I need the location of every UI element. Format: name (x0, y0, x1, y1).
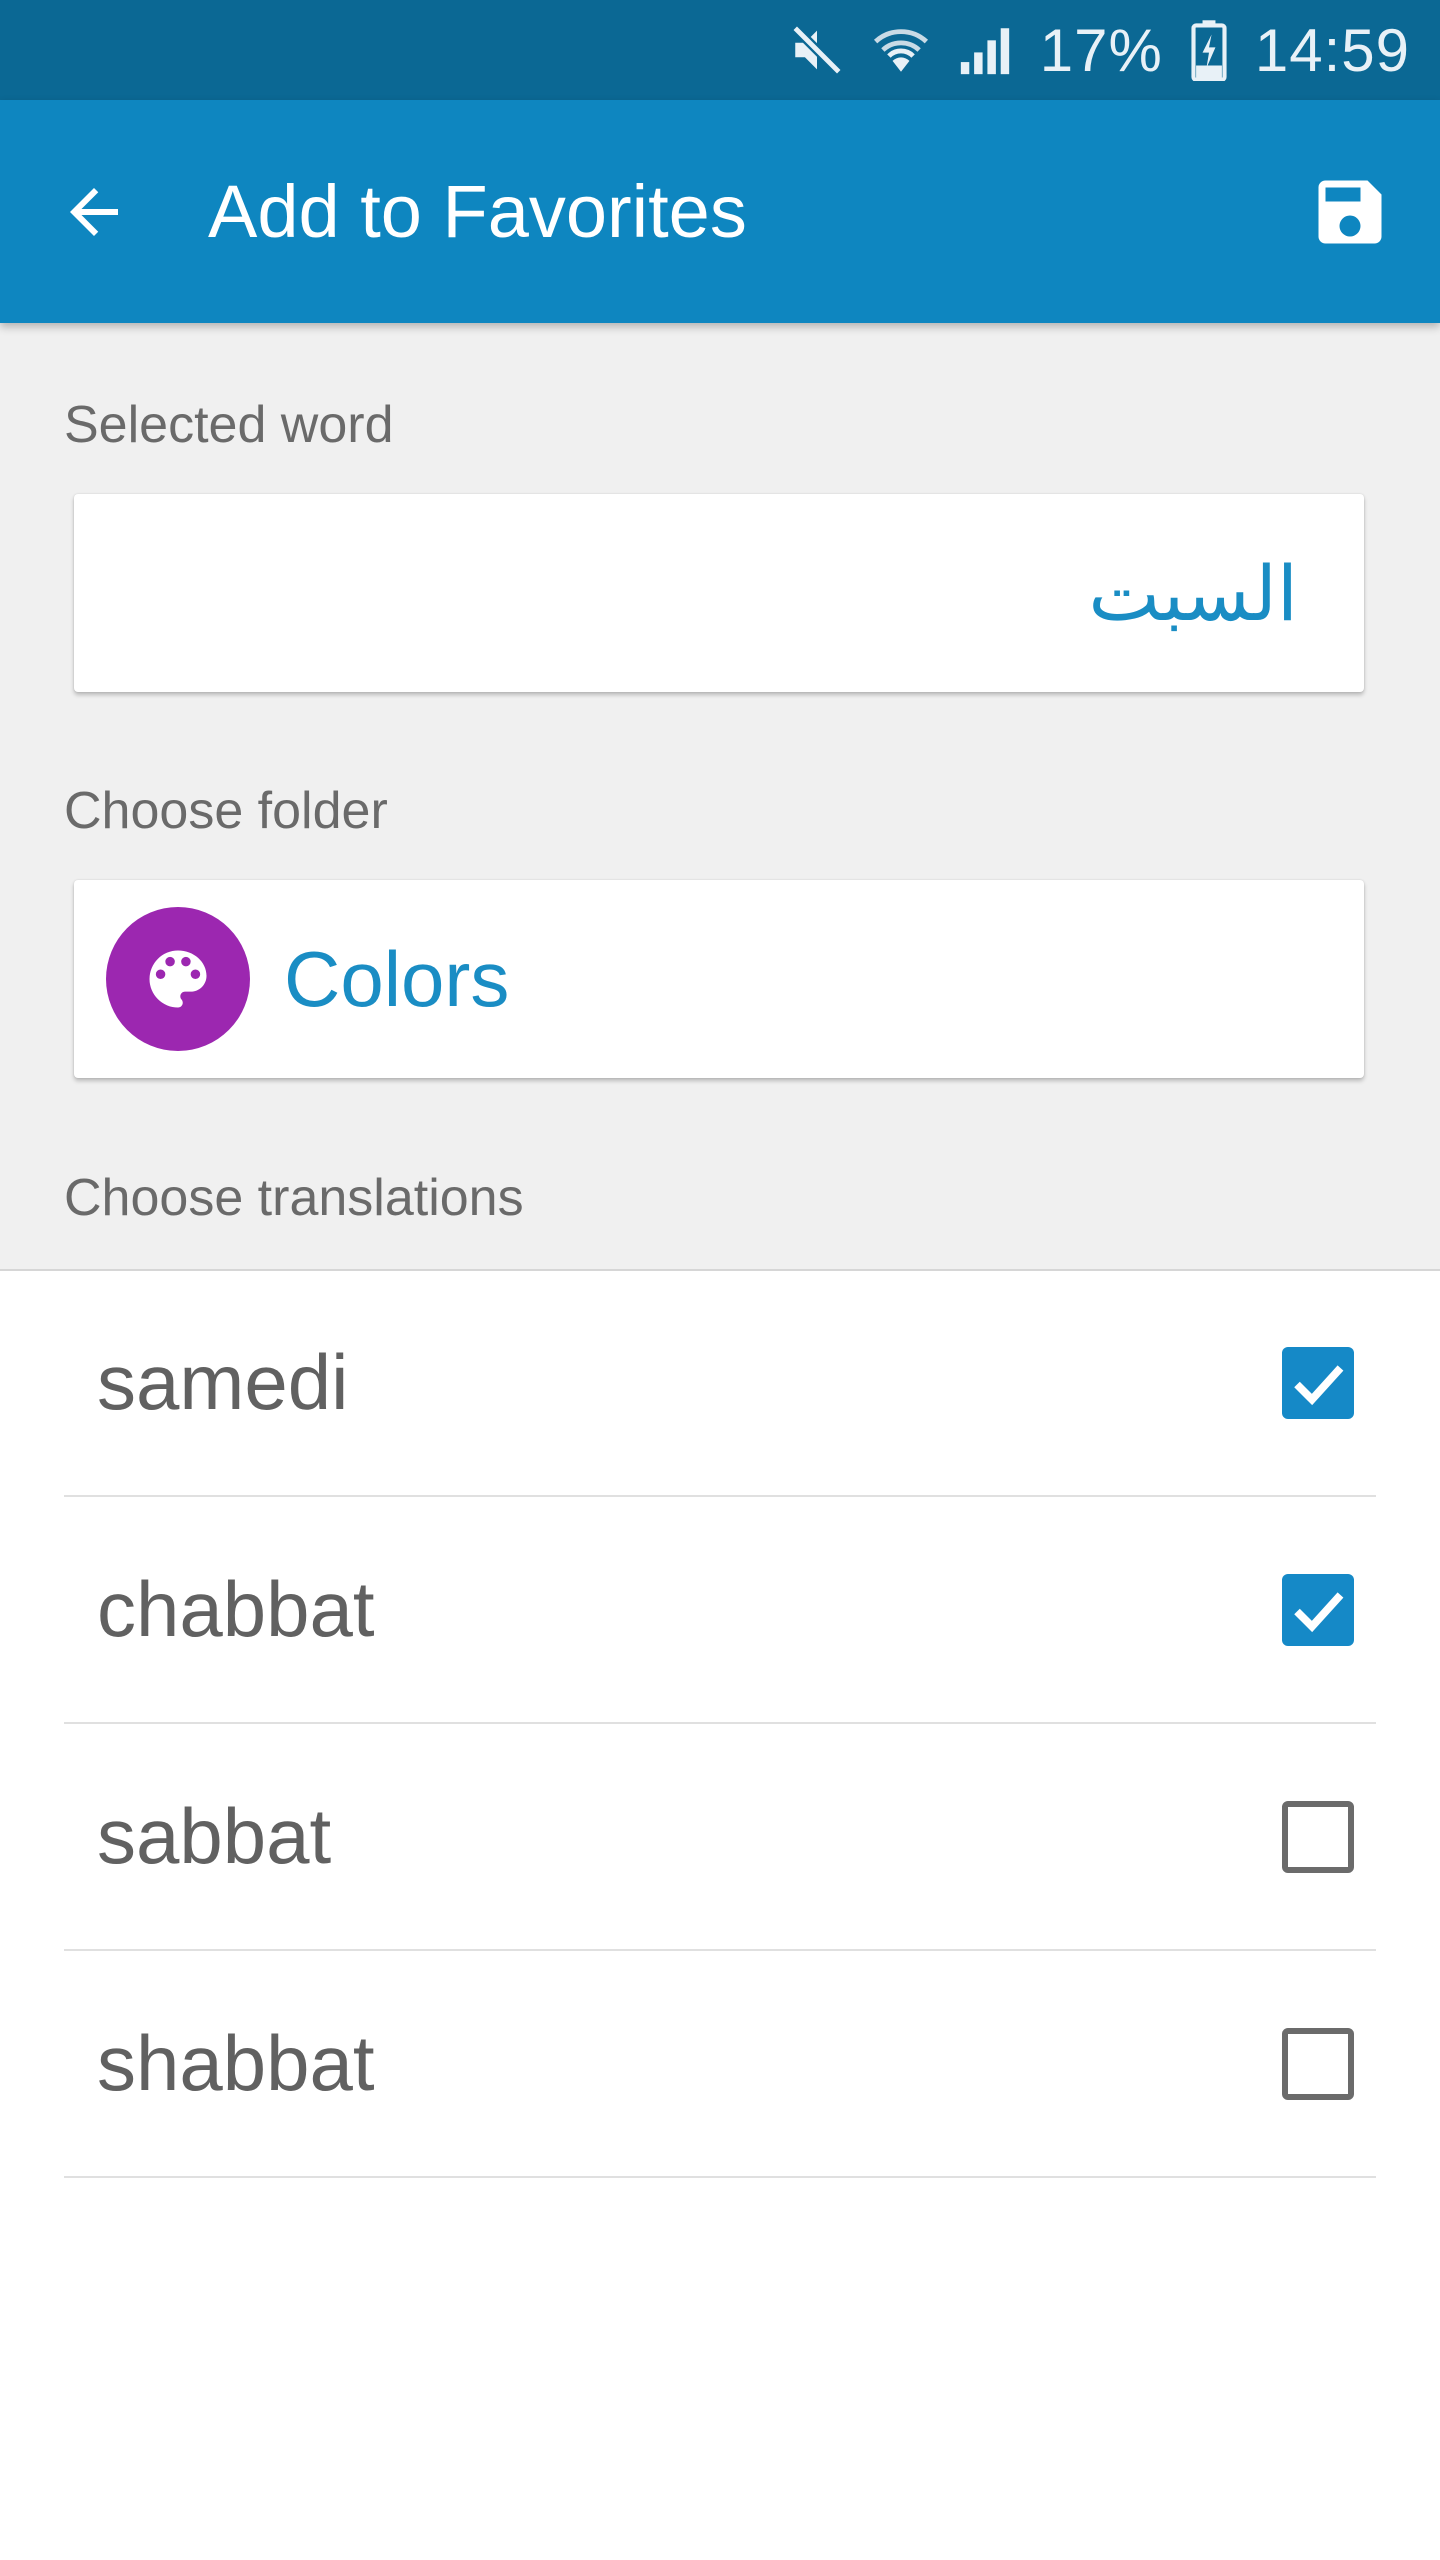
choose-translations-label: Choose translations (64, 1169, 524, 1227)
check-icon (1294, 1592, 1344, 1633)
folder-avatar (106, 907, 250, 1051)
choose-folder-label: Choose folder (64, 782, 388, 840)
status-icons: 17% 14:59 (788, 0, 1410, 100)
page-title: Add to Favorites (208, 170, 747, 253)
clock: 14:59 (1254, 16, 1410, 84)
form-area: Selected word السبت Choose folder Colors… (0, 323, 1440, 1271)
translation-text: shabbat (97, 2019, 375, 2107)
translation-text: chabbat (97, 1565, 375, 1653)
folder-name: Colors (284, 934, 510, 1023)
palette-icon (149, 950, 207, 1008)
status-bar: 17% 14:59 (0, 0, 1440, 100)
folder-selector[interactable]: Colors (74, 880, 1364, 1078)
app-bar: Add to Favorites (0, 100, 1440, 323)
selected-word-field[interactable]: السبت (74, 494, 1364, 692)
translation-checkbox-unchecked[interactable] (1282, 1801, 1354, 1873)
arrow-back-icon (70, 188, 118, 236)
list-item[interactable]: shabbat (64, 1951, 1376, 2178)
translation-checkbox-unchecked[interactable] (1282, 2028, 1354, 2100)
save-icon (1318, 180, 1382, 244)
list-item[interactable]: samedi (64, 1270, 1376, 1497)
back-button[interactable] (44, 162, 144, 262)
translation-checkbox-checked[interactable] (1282, 1347, 1354, 1419)
selected-word-label: Selected word (64, 396, 394, 454)
battery-percent: 17% (1039, 16, 1163, 84)
list-item[interactable]: sabbat (64, 1724, 1376, 1951)
mute-icon (788, 21, 846, 79)
list-item[interactable]: chabbat (64, 1497, 1376, 1724)
save-button[interactable] (1300, 162, 1400, 262)
translation-checkbox-checked[interactable] (1282, 1574, 1354, 1646)
wifi-icon (872, 21, 930, 79)
translation-text: sabbat (97, 1792, 332, 1880)
battery-charging-icon (1189, 19, 1229, 81)
selected-word-value: السبت (1088, 548, 1298, 638)
translation-text: samedi (97, 1338, 349, 1426)
signal-icon (956, 21, 1014, 79)
check-icon (1294, 1365, 1344, 1406)
translation-list: samedi chabbat sabbat shabbat (64, 1270, 1376, 2178)
